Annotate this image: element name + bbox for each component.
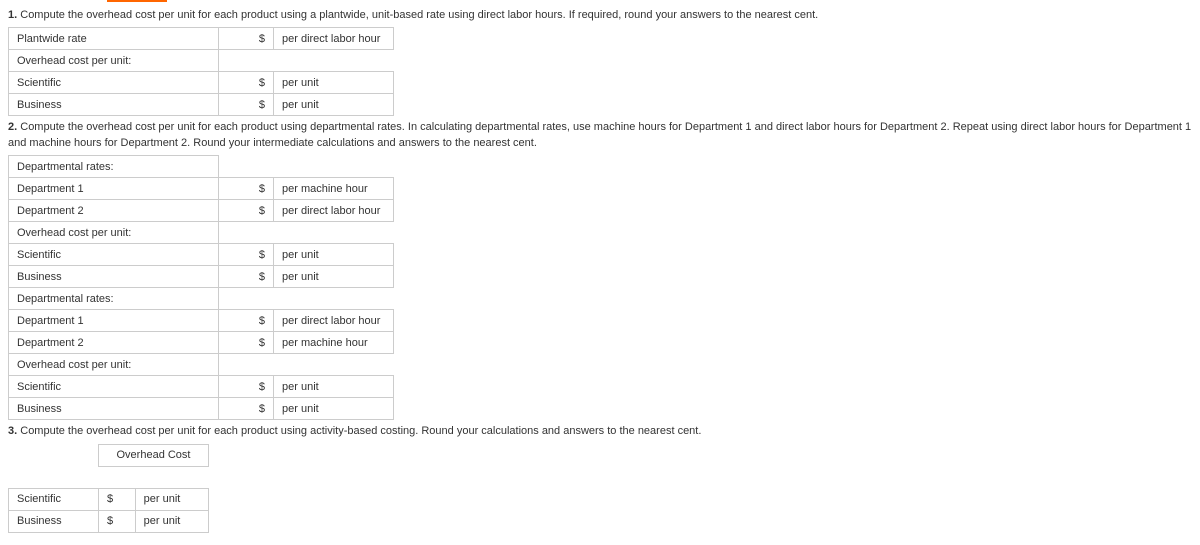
unit-label: per direct labor hour <box>274 200 394 222</box>
row-label: Overhead cost per unit: <box>9 50 219 72</box>
input-cell[interactable]: $ <box>219 376 274 398</box>
question-2: 2. Compute the overhead cost per unit fo… <box>8 120 1192 151</box>
row-label: Business <box>9 94 219 116</box>
row-label: Department 2 <box>9 332 219 354</box>
row-label: Overhead cost per unit: <box>9 354 219 376</box>
row-label: Departmental rates: <box>9 156 219 178</box>
row-label: Plantwide rate <box>9 28 219 50</box>
unit-label: per direct labor hour <box>274 310 394 332</box>
q3-table: Overhead Cost Scientific $ per unit Busi… <box>8 444 209 533</box>
unit-label: per direct labor hour <box>274 28 394 50</box>
row-label: Business <box>9 510 99 532</box>
unit-label: per machine hour <box>274 178 394 200</box>
row-label: Scientific <box>9 72 219 94</box>
input-cell[interactable]: $ <box>219 266 274 288</box>
question-3: 3. Compute the overhead cost per unit fo… <box>8 424 1192 439</box>
row-label: Scientific <box>9 244 219 266</box>
q1-number: 1. <box>8 9 17 21</box>
input-cell[interactable]: $ <box>219 398 274 420</box>
input-cell[interactable]: $ <box>219 178 274 200</box>
input-cell[interactable]: $ <box>219 28 274 50</box>
input-cell[interactable]: $ <box>99 510 136 532</box>
input-cell[interactable]: $ <box>219 72 274 94</box>
unit-label: per unit <box>135 510 208 532</box>
q2-table: Departmental rates: Department 1$per mac… <box>8 155 394 420</box>
unit-label: per unit <box>274 244 394 266</box>
row-label: Overhead cost per unit: <box>9 222 219 244</box>
unit-label: per unit <box>274 72 394 94</box>
table-row: Business $ per unit <box>9 94 394 116</box>
input-cell[interactable]: $ <box>219 94 274 116</box>
input-cell[interactable]: $ <box>219 244 274 266</box>
row-label: Scientific <box>9 488 99 510</box>
unit-label: per unit <box>274 376 394 398</box>
input-cell[interactable]: $ <box>99 488 136 510</box>
unit-label: per unit <box>135 488 208 510</box>
q1-text: Compute the overhead cost per unit for e… <box>17 9 818 21</box>
q3-number: 3. <box>8 425 17 437</box>
unit-label: per unit <box>274 398 394 420</box>
input-cell[interactable]: $ <box>219 332 274 354</box>
row-label: Department 1 <box>9 310 219 332</box>
row-label: Business <box>9 398 219 420</box>
row-label: Scientific <box>9 376 219 398</box>
table-row: Plantwide rate $ per direct labor hour <box>9 28 394 50</box>
row-label: Departmental rates: <box>9 288 219 310</box>
input-cell[interactable]: $ <box>219 200 274 222</box>
unit-label: per unit <box>274 94 394 116</box>
q3-text: Compute the overhead cost per unit for e… <box>17 425 701 437</box>
row-label: Business <box>9 266 219 288</box>
question-1: 1. Compute the overhead cost per unit fo… <box>8 8 1192 23</box>
row-label: Department 2 <box>9 200 219 222</box>
q2-number: 2. <box>8 121 17 133</box>
row-label: Department 1 <box>9 178 219 200</box>
q2-text: Compute the overhead cost per unit for e… <box>8 121 1191 148</box>
unit-label: per machine hour <box>274 332 394 354</box>
q1-table: Plantwide rate $ per direct labor hour O… <box>8 27 394 116</box>
table-row: Scientific $ per unit <box>9 72 394 94</box>
table-row: Overhead cost per unit: <box>9 50 394 72</box>
overhead-header: Overhead Cost <box>99 444 209 466</box>
unit-label: per unit <box>274 266 394 288</box>
input-cell[interactable]: $ <box>219 310 274 332</box>
